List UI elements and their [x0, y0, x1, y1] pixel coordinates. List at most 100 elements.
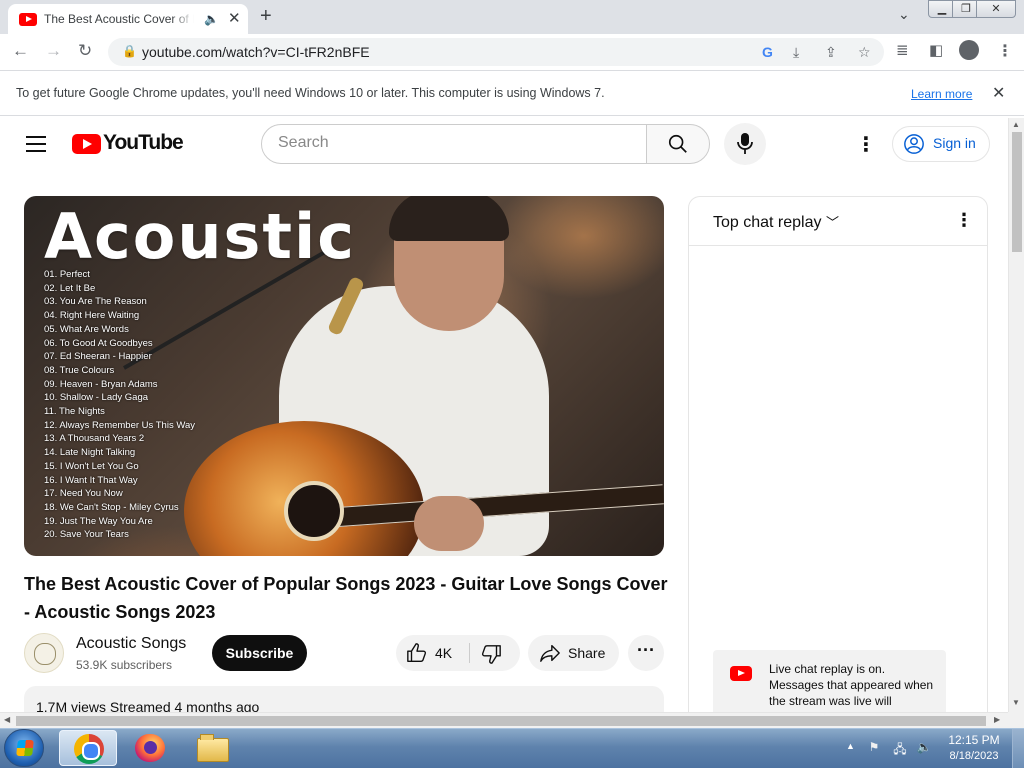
scroll-up-icon[interactable]: ▲ — [1012, 120, 1020, 129]
show-desktop-button[interactable] — [1012, 729, 1024, 768]
windows-start-icon[interactable] — [4, 729, 44, 767]
thumb-up-icon[interactable] — [406, 642, 428, 664]
scroll-down-icon[interactable]: ▼ — [1012, 698, 1020, 707]
chat-mode-label: Top chat replay — [713, 214, 822, 231]
account-icon — [904, 134, 924, 154]
chevron-down-icon[interactable]: ⌄ — [898, 6, 910, 23]
horizontal-scrollbar[interactable]: ◀ ▶ — [0, 712, 1008, 728]
chat-kebab-icon[interactable]: ⋮ — [955, 210, 973, 231]
performer-hair — [389, 196, 509, 241]
track-item: 15. I Won't Let You Go — [44, 460, 139, 472]
track-item: 17. Need You Now — [44, 488, 123, 500]
url-text[interactable]: youtube.com/watch?v=CI-tFR2nBFE — [142, 44, 370, 60]
track-item: 18. We Can't Stop - Miley Cyrus — [44, 501, 179, 513]
chat-header: Top chat replay ﹀ ⋮ — [689, 197, 987, 246]
subscribe-button[interactable]: Subscribe — [212, 635, 307, 671]
clock-date[interactable]: 8/18/2023 — [944, 750, 1004, 762]
scroll-right-icon[interactable]: ▶ — [994, 715, 1000, 724]
sign-in-label: Sign in — [933, 135, 976, 151]
chevron-down-icon: ﹀ — [825, 215, 839, 230]
thumbnail-title: Acoustic — [44, 200, 357, 273]
search-icon — [668, 134, 687, 153]
learn-more-link[interactable]: Learn more — [911, 87, 972, 101]
media-icon[interactable]: ≣ — [896, 41, 909, 59]
scroll-left-icon[interactable]: ◀ — [4, 715, 10, 724]
speaker-icon[interactable]: 🔈 — [204, 12, 219, 26]
track-item: 19. Just The Way You Are — [44, 515, 153, 527]
track-item: 07. Ed Sheeran - Happier — [44, 351, 152, 363]
taskbar-chrome-button[interactable] — [59, 730, 117, 766]
subscriber-count: 53.9K subscribers — [76, 658, 173, 672]
infobar-message: To get future Google Chrome updates, you… — [16, 86, 605, 100]
channel-name[interactable]: Acoustic Songs — [76, 635, 186, 653]
new-tab-button[interactable]: + — [260, 5, 272, 28]
vertical-scroll-thumb[interactable] — [1012, 132, 1022, 252]
like-dislike-group: 4K — [396, 635, 520, 671]
track-item: 02. Let It Be — [44, 282, 96, 294]
browser-menu-icon[interactable]: ⋮ — [997, 41, 1013, 61]
video-player[interactable]: Acoustic 01. Perfect 02. Let It Be 03. You… — [24, 196, 664, 556]
sign-in-button[interactable]: Sign in — [892, 126, 990, 162]
back-icon[interactable]: ← — [12, 41, 29, 61]
tab-close-icon[interactable]: ✕ — [228, 9, 241, 27]
browser-tab[interactable]: The Best Acoustic Cover of Popular Songs… — [8, 4, 248, 34]
address-bar[interactable]: 🔒 youtube.com/watch?v=CI-tFR2nBFE G ⤓ ⇪ … — [108, 38, 884, 66]
track-item: 06. To Good At Goodbyes — [44, 337, 153, 349]
like-count[interactable]: 4K — [435, 645, 452, 661]
track-item: 11. The Nights — [44, 406, 105, 418]
youtube-logo-text[interactable]: YouTube — [103, 131, 184, 155]
channel-avatar[interactable] — [24, 633, 64, 673]
thumb-down-icon[interactable] — [480, 643, 502, 665]
track-item: 20. Save Your Tears — [44, 529, 129, 541]
network-icon[interactable]: 🖧 — [892, 740, 908, 756]
track-item: 05. What Are Words — [44, 323, 129, 335]
infobar-close-icon[interactable]: ✕ — [992, 83, 1005, 103]
share-icon[interactable]: ⇪ — [825, 44, 837, 61]
scrollbar-corner — [1008, 712, 1024, 728]
track-item: 09. Heaven - Bryan Adams — [44, 378, 158, 390]
live-chat-panel: Top chat replay ﹀ ⋮ — [688, 196, 988, 716]
taskbar-firefox-button[interactable] — [121, 730, 179, 766]
search-button[interactable] — [646, 124, 710, 164]
hamburger-icon[interactable] — [26, 136, 46, 152]
window-close-button[interactable]: ✕ — [976, 0, 1016, 18]
more-actions-icon[interactable]: ··· — [628, 635, 664, 671]
action-center-icon[interactable]: ⚑ — [866, 740, 882, 754]
sidepanel-icon[interactable]: ◧ — [929, 41, 943, 59]
vertical-scrollbar[interactable]: ▲ ▼ — [1008, 118, 1024, 712]
mic-icon — [737, 133, 753, 154]
share-label: Share — [568, 645, 606, 661]
chat-mode-selector[interactable]: Top chat replay ﹀ — [713, 212, 839, 232]
youtube-favicon-icon — [19, 13, 37, 26]
horizontal-scroll-thumb[interactable] — [16, 716, 986, 726]
clock-time[interactable]: 12:15 PM — [944, 733, 1004, 747]
star-icon[interactable]: ☆ — [858, 44, 871, 61]
lock-icon[interactable]: 🔒 — [122, 44, 137, 58]
description-box[interactable]: 1.7M views Streamed 4 months ago — [24, 686, 664, 714]
share-button[interactable]: Share — [528, 635, 619, 671]
guitar-soundhole — [284, 481, 344, 541]
youtube-logo-icon[interactable] — [72, 134, 101, 154]
install-icon[interactable]: ⤓ — [793, 44, 799, 61]
forward-icon[interactable]: → — [45, 41, 62, 61]
track-item: 14. Late Night Talking — [44, 447, 136, 459]
like-divider — [469, 643, 470, 663]
show-hidden-icons[interactable]: ▲ — [846, 741, 855, 751]
taskbar-explorer-button[interactable] — [183, 730, 241, 766]
thumbnail-tracklist: 01. Perfect 02. Let It Be 03. You Are The … — [44, 268, 195, 542]
search-input[interactable]: Search — [261, 124, 647, 164]
share-arrow-icon — [540, 644, 560, 662]
google-icon[interactable]: G — [762, 44, 773, 60]
settings-kebab-icon[interactable]: ⋮ — [856, 132, 876, 157]
video-title: The Best Acoustic Cover of Popular Songs… — [24, 574, 668, 622]
track-item: 08. True Colours — [44, 364, 115, 376]
chrome-icon — [74, 734, 104, 764]
update-infobar: To get future Google Chrome updates, you… — [0, 71, 1024, 116]
reload-icon[interactable]: ↻ — [78, 41, 92, 61]
firefox-icon — [135, 734, 165, 762]
profile-icon[interactable] — [959, 40, 979, 60]
volume-icon[interactable]: 🔈 — [916, 740, 932, 754]
track-item: 01. Perfect — [44, 269, 90, 280]
folder-icon — [197, 734, 229, 762]
voice-search-button[interactable] — [724, 123, 766, 165]
